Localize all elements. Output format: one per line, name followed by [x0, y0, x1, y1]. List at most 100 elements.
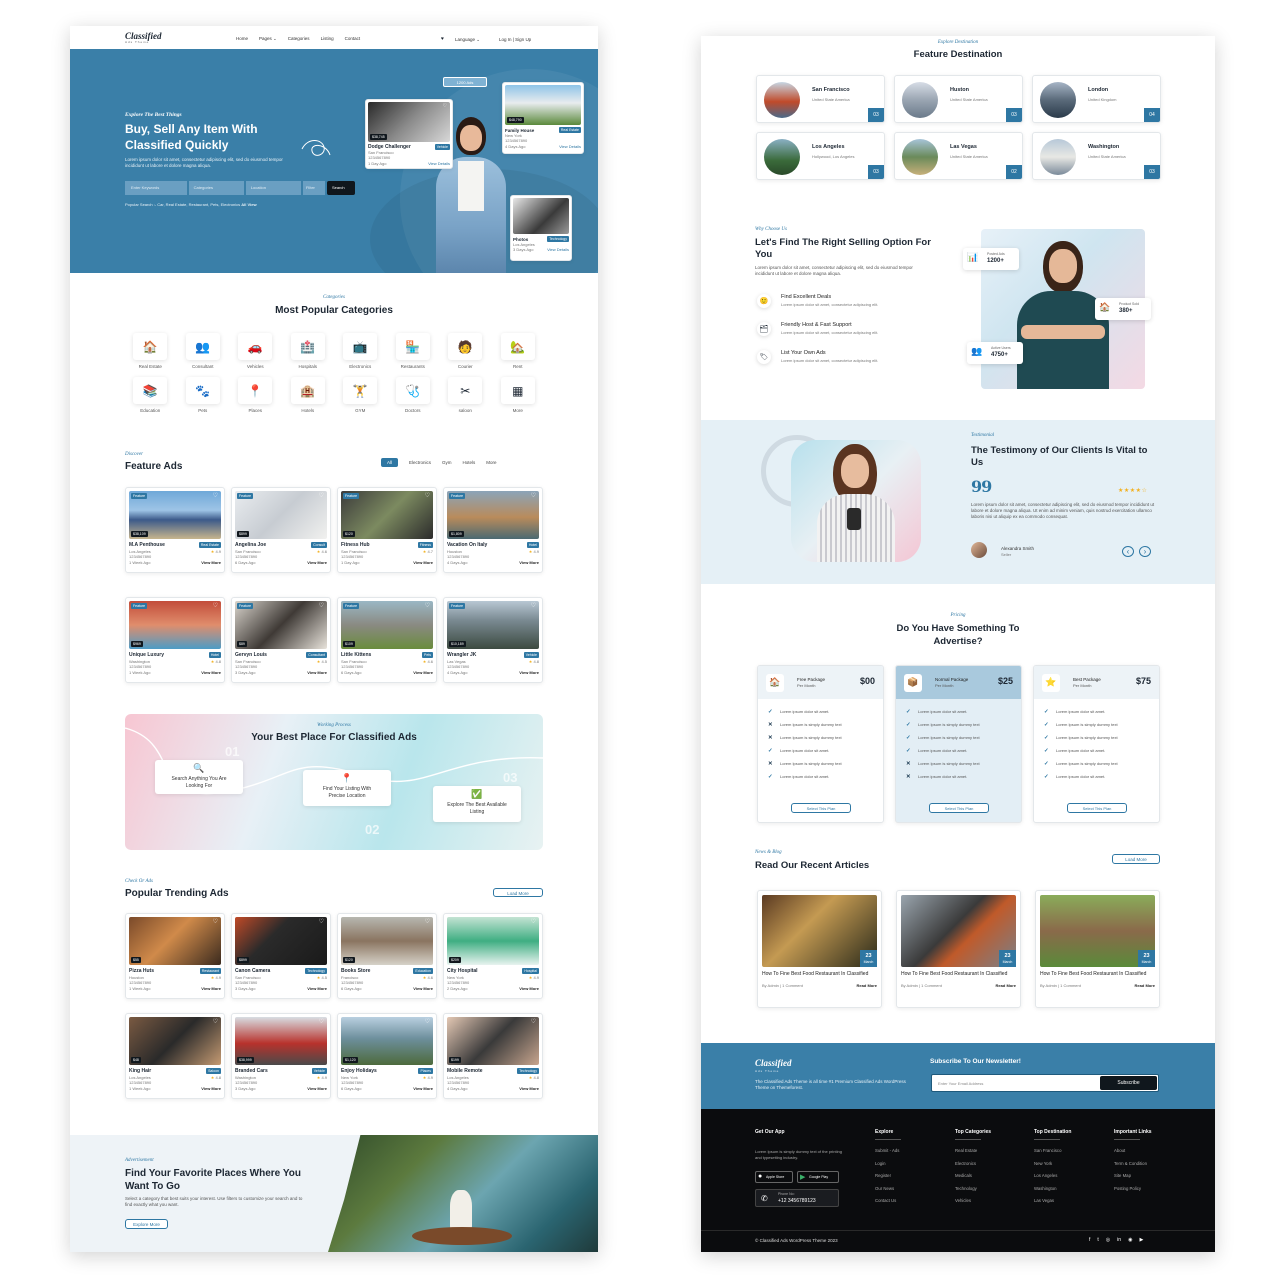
category-item[interactable]: 📺 Electronics [334, 333, 387, 369]
category-item[interactable]: 🩺 Doctors [387, 377, 440, 413]
hero-card3-link[interactable]: View Details [547, 247, 569, 252]
view-more-link[interactable]: View More [413, 986, 433, 991]
footer-logo[interactable]: Classified [755, 1058, 792, 1068]
footer-link[interactable]: New York [1034, 1161, 1104, 1166]
nav-item[interactable]: Pages ⌄ [259, 36, 277, 42]
ad-card[interactable]: $209 ♡ City Hospital Hospital New York ★ 4.9 1… [443, 913, 543, 999]
category-item[interactable]: 📚 Education [124, 377, 177, 413]
view-more-link[interactable]: View More [519, 670, 539, 675]
filter-tab[interactable]: Electronics [409, 460, 431, 465]
heart-icon[interactable]: ♡ [319, 492, 324, 499]
heart-icon[interactable]: ♡ [213, 918, 218, 925]
heart-icon[interactable]: ♡ [425, 602, 430, 609]
heart-icon[interactable]: ♡ [319, 918, 324, 925]
category-item[interactable]: 📍 Places [229, 377, 282, 413]
nav-item[interactable]: Contact [345, 36, 361, 42]
prev-arrow-button[interactable]: ‹ [1122, 546, 1134, 557]
footer-link[interactable]: Vehicles [955, 1198, 1025, 1203]
footer-link[interactable]: Electronics [955, 1161, 1025, 1166]
view-more-link[interactable]: View More [413, 560, 433, 565]
category-item[interactable]: 🚗 Vehicles [229, 333, 282, 369]
ad-card[interactable]: Feature $1,809 ♡ Vacation On Italy Hotel Hous… [443, 487, 543, 573]
read-more-link[interactable]: Read More [996, 983, 1016, 988]
hero-card1-link[interactable]: View Details [428, 161, 450, 166]
destination-card[interactable]: London United Kingdom 04 [1032, 75, 1161, 123]
next-arrow-button[interactable]: › [1139, 546, 1151, 557]
youtube-icon[interactable]: ▶ [1139, 1237, 1143, 1243]
footer-link[interactable]: Posting Policy [1114, 1186, 1184, 1191]
view-more-link[interactable]: View More [307, 986, 327, 991]
read-more-link[interactable]: Read More [1135, 983, 1155, 988]
footer-link[interactable]: Las Vegas [1034, 1198, 1104, 1203]
category-item[interactable]: ▦ More [492, 377, 545, 413]
ad-card[interactable]: $48 ♡ King Hair Saloon Los Angeles ★ 4.8 12345… [125, 1013, 225, 1099]
view-more-link[interactable]: View More [519, 1086, 539, 1091]
ad-card[interactable]: Feature $969 ♡ Unique Luxury Hotel Washington… [125, 597, 225, 683]
hero-ad-card-vehicle[interactable]: $38,745 ♡ Dodge Challenger Vehicle San Fra… [365, 99, 453, 169]
footer-link[interactable]: San Francisco [1034, 1148, 1104, 1153]
select-plan-button[interactable]: Select This Plan [1067, 803, 1127, 813]
ad-card[interactable]: Feature $89 ♡ Gervyn Louis Consultant San Fra… [231, 597, 331, 683]
twitter-icon[interactable]: t [1097, 1237, 1098, 1243]
email-input[interactable]: Enter Your Email Address [938, 1081, 983, 1086]
view-more-link[interactable]: View More [519, 986, 539, 991]
language-select[interactable]: Language ⌄ [455, 37, 480, 43]
heart-icon[interactable]: ♡ [531, 918, 536, 925]
ad-card[interactable]: $120 ♡ Books Store Education Francisco ★ 4.6 1… [337, 913, 437, 999]
filter-tab[interactable]: All [381, 458, 399, 467]
destination-card[interactable]: San Francisco United State America 03 [756, 75, 885, 123]
footer-link[interactable]: Contact Us [875, 1198, 945, 1203]
ad-card[interactable]: $38,999 ♡ Branded Cars Vehicle Washington ★ 4… [231, 1013, 331, 1099]
all-view-link[interactable]: All View [241, 202, 256, 207]
ad-card[interactable]: $899 ♡ Canon Camera Technology San Francisco… [231, 913, 331, 999]
category-item[interactable]: ✂ saloon [439, 377, 492, 413]
heart-icon[interactable]: ♡ [425, 918, 430, 925]
filter-tab[interactable]: More [486, 460, 496, 465]
nav-item[interactable]: Categories [288, 36, 310, 42]
view-more-link[interactable]: View More [201, 986, 221, 991]
heart-icon[interactable]: ♡ [531, 492, 536, 499]
footer-link[interactable]: Register [875, 1173, 945, 1178]
category-item[interactable]: 🏡 Rent [492, 333, 545, 369]
ad-card[interactable]: $199 ♡ Mobile Remote Technology Los Angeles ★… [443, 1013, 543, 1099]
search-button[interactable]: Search [326, 181, 355, 195]
nav-item[interactable]: Home [236, 36, 248, 42]
destination-card[interactable]: Washington United State America 03 [1032, 132, 1161, 180]
category-item[interactable]: 👥 Consultant [177, 333, 230, 369]
ad-card[interactable]: Feature $109 ♡ Little Kittens Pets San Franci… [337, 597, 437, 683]
ad-card[interactable]: Feature $899 ♡ Angelina Joe Consult San Franc… [231, 487, 331, 573]
blog-title[interactable]: How To Fine Best Food Restaurant In Clas… [1040, 971, 1155, 978]
blog-card[interactable]: 23 March How To Fine Best Food Restaurant … [896, 890, 1021, 1008]
dribbble-icon[interactable]: ◉ [1128, 1237, 1132, 1243]
view-more-link[interactable]: View More [307, 1086, 327, 1091]
facebook-icon[interactable]: f [1089, 1237, 1090, 1243]
ad-card[interactable]: $1,120 ♡ Enjoy Holidays Places New York ★ 4.9… [337, 1013, 437, 1099]
subscribe-button[interactable]: Subscribe [1100, 1076, 1157, 1090]
nav-item[interactable]: Listing [321, 36, 334, 42]
view-more-link[interactable]: View More [201, 560, 221, 565]
hero-ad-card-camera[interactable]: Photos Technology Los Angeles 3 Days Ago V… [510, 195, 572, 261]
google-play-button[interactable]: ▶ Google Play [797, 1171, 839, 1183]
heart-icon[interactable]: ♡ [531, 1018, 536, 1025]
blog-card[interactable]: 23 March How To Fine Best Food Restaurant … [757, 890, 882, 1008]
ad-card[interactable]: $55 ♡ Pizza Huts Restaurant Houston ★ 4.9 1234… [125, 913, 225, 999]
filter-tab[interactable]: Gym [442, 460, 452, 465]
heart-icon[interactable]: ♡ [213, 602, 218, 609]
heart-icon[interactable]: ♡ [425, 1018, 430, 1025]
view-more-link[interactable]: View More [201, 1086, 221, 1091]
heart-icon[interactable]: ♡ [443, 103, 447, 109]
linkedin-icon[interactable]: in [1117, 1237, 1121, 1243]
view-more-link[interactable]: View More [307, 560, 327, 565]
filter-select[interactable]: Filter [302, 181, 325, 195]
filter-tab[interactable]: Hotels [463, 460, 476, 465]
category-item[interactable]: 🏪 Restaurants [387, 333, 440, 369]
blog-load-more-button[interactable]: Load More [1112, 854, 1160, 864]
view-more-link[interactable]: View More [413, 1086, 433, 1091]
heart-icon[interactable]: ♡ [213, 492, 218, 499]
heart-icon[interactable]: ♡ [425, 492, 430, 499]
category-item[interactable]: 🧑 Courier [439, 333, 492, 369]
footer-link[interactable]: Washington [1034, 1186, 1104, 1191]
heart-icon[interactable]: ♡ [319, 1018, 324, 1025]
categories-select[interactable]: Categories [188, 181, 244, 195]
destination-card[interactable]: Huston United State America 03 [894, 75, 1023, 123]
